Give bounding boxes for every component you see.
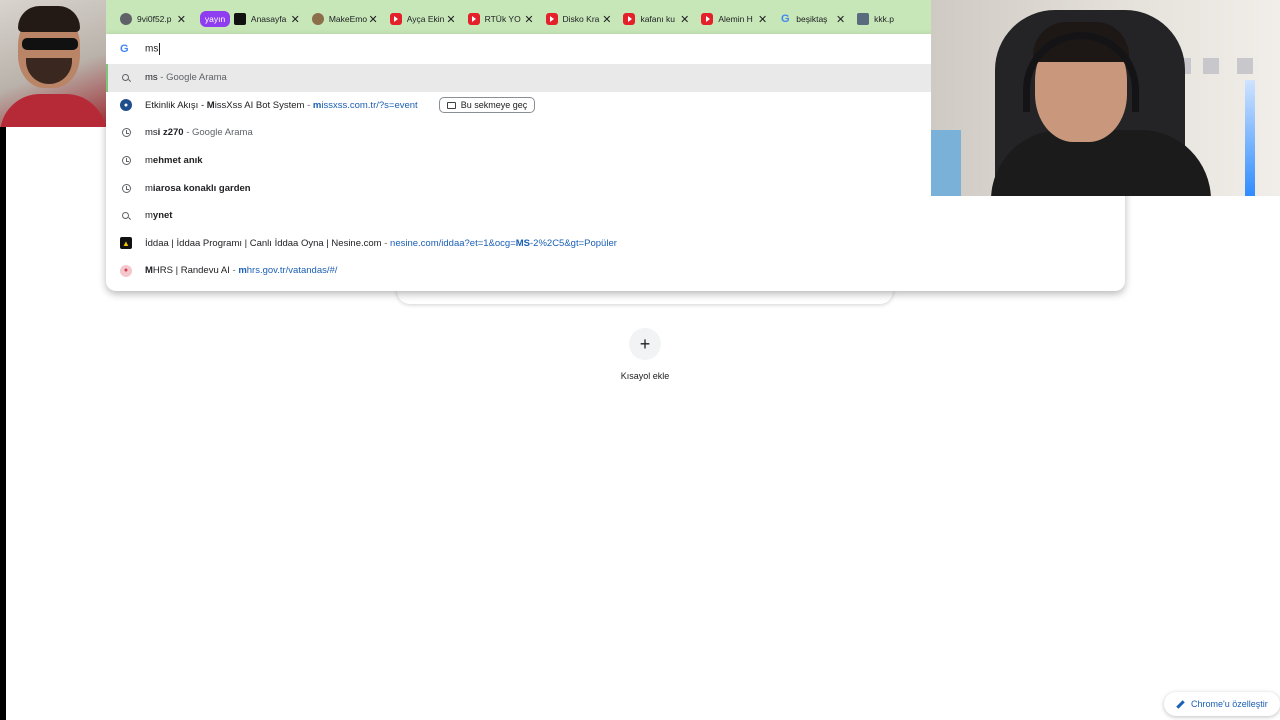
- tab[interactable]: kkk.p: [853, 4, 931, 34]
- site-icon: ●: [120, 264, 132, 277]
- tab[interactable]: G beşiktaş ✕: [775, 4, 853, 34]
- close-icon[interactable]: ✕: [177, 13, 186, 26]
- search-icon: [120, 210, 132, 222]
- google-icon: G: [120, 43, 129, 55]
- tab[interactable]: Anasayfa ✕: [230, 4, 308, 34]
- youtube-icon: [623, 13, 636, 25]
- page-left-edge: [0, 127, 6, 720]
- suggestion-row[interactable]: ▲ İddaa | İddaa Programı | Canlı İddaa O…: [106, 230, 1125, 258]
- history-icon: [120, 182, 132, 194]
- add-shortcut-label: Kısayol ekle: [620, 371, 670, 381]
- x-icon: [233, 13, 246, 25]
- youtube-icon: [545, 13, 558, 25]
- emoji-icon: [311, 13, 324, 25]
- tab-title: kafanı ku: [640, 14, 675, 24]
- youtube-icon: [701, 13, 714, 25]
- text-caret: [159, 43, 161, 55]
- suggestion-text: Etkinlik Akışı - MissXss AI Bot System -…: [145, 99, 418, 111]
- search-icon: [120, 72, 132, 84]
- suggestion-text: mynet: [145, 210, 173, 222]
- tab-title: Disko Kra: [562, 14, 600, 24]
- suggestion-row[interactable]: ● MHRS | Randevu AI - mhrs.gov.tr/vatand…: [106, 257, 1125, 285]
- tab-title: beşiktaş: [796, 14, 828, 24]
- tab-group-pill[interactable]: yayın: [194, 4, 231, 34]
- close-icon[interactable]: ✕: [446, 13, 455, 26]
- customize-chrome-label: Chrome'u özelleştir: [1191, 699, 1268, 709]
- customize-chrome-button[interactable]: Chrome'u özelleştir: [1164, 692, 1280, 716]
- suggestion-text: msi z270 - Google Arama: [145, 127, 253, 139]
- tab-title: Ayça Ekin: [406, 14, 445, 24]
- close-icon[interactable]: ✕: [758, 13, 767, 26]
- suggestion-text: miarosa konaklı garden: [145, 182, 251, 194]
- tab-strip: 9vi0f52.p ✕ yayın Anasayfa ✕ MakeEmo ✕ A…: [106, 0, 931, 38]
- tab-icon: [446, 101, 456, 109]
- omnibox-text[interactable]: ms: [145, 43, 161, 55]
- tab-group-label[interactable]: yayın: [199, 11, 231, 27]
- youtube-icon: [389, 13, 402, 25]
- webcam-overlay-left: [0, 0, 106, 127]
- pencil-icon: [1176, 699, 1185, 709]
- suggestion-text: MHRS | Randevu AI - mhrs.gov.tr/vatandas…: [145, 265, 338, 277]
- doc-icon: [857, 13, 870, 25]
- globe-icon: [120, 13, 132, 25]
- tab[interactable]: MakeEmo ✕: [308, 4, 386, 34]
- tab-title: Alemin H: [718, 14, 753, 24]
- webcam-overlay-right: [931, 0, 1280, 196]
- tab-title: kkk.p: [874, 14, 894, 24]
- tab[interactable]: Alemin H ✕: [697, 4, 775, 34]
- history-icon: [120, 127, 132, 139]
- close-icon[interactable]: ✕: [291, 13, 300, 26]
- youtube-icon: [467, 13, 480, 25]
- close-icon[interactable]: ✕: [602, 13, 611, 26]
- site-icon: ▲: [120, 237, 132, 250]
- tab[interactable]: Disko Kra ✕: [542, 4, 620, 34]
- tab[interactable]: kafanı ku ✕: [619, 4, 697, 34]
- tab[interactable]: 9vi0f52.p ✕: [116, 4, 194, 34]
- add-shortcut[interactable]: + Kısayol ekle: [620, 328, 670, 381]
- close-icon[interactable]: ✕: [680, 13, 689, 26]
- tab-title: MakeEmo: [328, 14, 368, 24]
- tab-title: 9vi0f52.p: [137, 14, 172, 24]
- suggestion-text: İddaa | İddaa Programı | Canlı İddaa Oyn…: [145, 237, 617, 249]
- tab-title: RTÜk YO: [484, 14, 521, 24]
- tab[interactable]: RTÜk YO ✕: [464, 4, 542, 34]
- close-icon[interactable]: ✕: [369, 13, 378, 26]
- suggestion-text: ms - Google Arama: [145, 72, 227, 84]
- suggestion-row[interactable]: mynet: [106, 202, 1125, 230]
- tab[interactable]: Ayça Ekin ✕: [386, 4, 464, 34]
- suggestion-text: mehmet anık: [145, 155, 203, 167]
- history-icon: [120, 155, 132, 167]
- tab-title: Anasayfa: [250, 14, 287, 24]
- switch-to-tab-button[interactable]: Bu sekmeye geç: [438, 97, 536, 114]
- google-icon: G: [780, 13, 790, 25]
- close-icon[interactable]: ✕: [836, 13, 845, 26]
- plus-icon[interactable]: +: [629, 328, 661, 360]
- close-icon[interactable]: ✕: [524, 13, 533, 26]
- site-icon: ●: [120, 99, 132, 112]
